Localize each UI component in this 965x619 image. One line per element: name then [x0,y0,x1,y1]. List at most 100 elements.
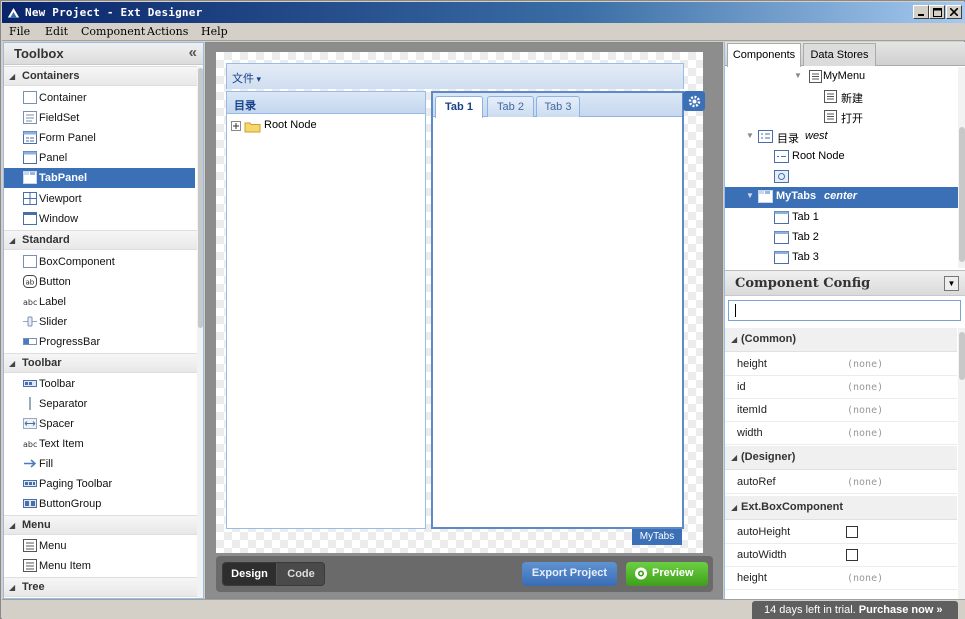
tab-3[interactable]: Tab 3 [536,96,580,117]
scrollbar-thumb[interactable] [959,332,965,380]
property-scrollbar[interactable] [958,328,965,599]
config-filter-input[interactable] [728,300,961,321]
group-menu[interactable]: ◢ Menu [4,515,197,535]
toolbox-item-text-item[interactable]: abc Text Item [4,434,195,454]
tab-components[interactable]: Components [727,43,801,67]
toolbox-item-viewport[interactable]: Viewport [4,189,195,209]
prop-row-autowidth[interactable]: autoWidth [725,544,957,567]
tree-node-tab2[interactable]: Tab 2 [725,228,958,248]
prop-value[interactable]: (none) [847,359,883,370]
tab-2[interactable]: Tab 2 [487,96,534,117]
prop-row-id[interactable]: id (none) [725,376,957,399]
toolbox-item-fill[interactable]: Fill [4,454,195,474]
component-settings-button[interactable] [683,91,705,111]
toolbox-item-window[interactable]: Window [4,209,195,229]
group-label: Tree [22,581,45,593]
preview-button[interactable]: Preview [626,562,708,586]
toolbox-item-boxcomponent[interactable]: BoxComponent [4,252,195,272]
group-toolbar[interactable]: ◢ Toolbar [4,353,197,373]
prop-group-designer[interactable]: ◢ (Designer) [725,446,957,470]
expand-arrow-icon: ◢ [9,359,16,368]
tree-node-mymenu[interactable]: ▼ MyMenu [725,67,958,87]
prop-group-label: (Designer) [741,451,796,463]
prop-group-boxcomponent[interactable]: ◢ Ext.BoxComponent [725,496,957,520]
item-label: Spacer [39,418,74,430]
toolbox-item-tabpanel[interactable]: TabPanel [4,168,195,188]
menu-file[interactable]: File [9,25,30,38]
prop-value[interactable]: (none) [847,382,883,393]
tree-node-tab3[interactable]: Tab 3 [725,248,958,268]
prop-value[interactable]: (none) [847,477,883,488]
toolbox-scrollbar[interactable] [197,66,203,598]
prop-group-label: Ext.BoxComponent [741,501,844,513]
file-menu-button[interactable]: 文件 [232,70,261,86]
tree-node-new[interactable]: 新建 [725,87,958,107]
design-mode-button[interactable]: Design [223,563,276,585]
toolbox-item-paging-toolbar[interactable]: Paging Toolbar [4,474,195,494]
west-tree-panel[interactable]: 目录 Root Node [226,91,426,529]
export-project-button[interactable]: Export Project [522,562,617,586]
close-button[interactable] [946,5,962,19]
autoheight-checkbox[interactable] [846,526,858,538]
prop-row-width[interactable]: width (none) [725,422,957,445]
toolbox-item-progressbar[interactable]: ProgressBar [4,332,195,352]
prop-group-common[interactable]: ◢ (Common) [725,328,957,352]
prop-row-height-box[interactable]: height (none) [725,567,957,590]
prop-row-autoref[interactable]: autoRef (none) [725,471,957,494]
toolbox-item-menu[interactable]: Menu [4,536,195,556]
expand-folder-icon [231,121,261,133]
toolbox-item-menu-item[interactable]: Menu Item [4,556,195,576]
toolbox-item-button[interactable]: ab Button [4,272,195,292]
center-tabpanel[interactable]: Tab 1 Tab 2 Tab 3 [431,91,684,529]
tree-node-open[interactable]: 打开 [725,107,958,127]
toolbox-item-buttongroup[interactable]: ButtonGroup [4,494,195,514]
tree-node-west-panel[interactable]: ▼ 目录 west [725,127,958,147]
group-tree[interactable]: ◢ Tree [4,577,197,597]
scrollbar-thumb[interactable] [959,127,965,262]
tree-node-tab1[interactable]: Tab 1 [725,208,958,228]
scrollbar-thumb[interactable] [198,68,203,328]
tree-node-loader[interactable] [725,167,958,187]
tab-data-stores[interactable]: Data Stores [803,43,876,66]
prop-value[interactable]: (none) [847,573,883,584]
toolbox-item-spacer[interactable]: Spacer [4,414,195,434]
menu-actions[interactable]: Actions [147,25,188,38]
purchase-now-link[interactable]: Purchase now » [859,604,943,616]
toolbox-item-slider[interactable]: Slider [4,312,195,332]
group-containers[interactable]: ◢ Containers [4,66,197,86]
prop-value[interactable]: (none) [847,405,883,416]
maximize-button[interactable] [929,5,945,19]
svg-text:abc: abc [23,298,37,307]
autowidth-checkbox[interactable] [846,549,858,561]
toolbox-item-container[interactable]: Container [4,88,195,108]
item-label: Viewport [39,193,82,205]
menu-component[interactable]: Component [81,25,145,38]
toolbox-item-panel[interactable]: Panel [4,148,195,168]
collapse-icon[interactable]: « [189,44,197,61]
toolbox-item-fieldset[interactable]: FieldSet [4,108,195,128]
tree-node-mytabs[interactable]: ▼ MyTabs center [725,187,958,208]
menu-help[interactable]: Help [201,25,228,38]
toolbox-item-separator[interactable]: Separator [4,394,195,414]
prop-row-autoheight[interactable]: autoHeight [725,521,957,544]
toolbox-item-toolbar[interactable]: Toolbar [4,374,195,394]
prop-row-itemid[interactable]: itemId (none) [725,399,957,422]
config-menu-button[interactable]: ▼ [944,276,959,291]
code-mode-button[interactable]: Code [276,563,324,585]
tab-1[interactable]: Tab 1 [435,96,483,118]
tree-loader-icon [774,170,789,183]
tree-node-icon [774,150,789,163]
prop-value[interactable]: (none) [847,428,883,439]
tree-scrollbar[interactable] [958,67,965,268]
toolbox-item-form-panel[interactable]: Form Panel [4,128,195,148]
tree-node-root-node[interactable]: Root Node [725,147,958,167]
menu-edit[interactable]: Edit [45,25,68,38]
prop-row-height[interactable]: height (none) [725,353,957,376]
toolbox-item-label[interactable]: abc Label [4,292,195,312]
group-standard[interactable]: ◢ Standard [4,230,197,250]
node-label: Root Node [792,150,845,162]
toolbox-panel: Toolbox « ◢ Containers Container FieldSet… [3,42,204,599]
inspector-panel: Components Data Stores ▼ MyMenu 新建 打开 ▼ … [724,42,965,599]
minimize-button[interactable] [913,5,929,19]
group-label: Containers [22,70,80,82]
